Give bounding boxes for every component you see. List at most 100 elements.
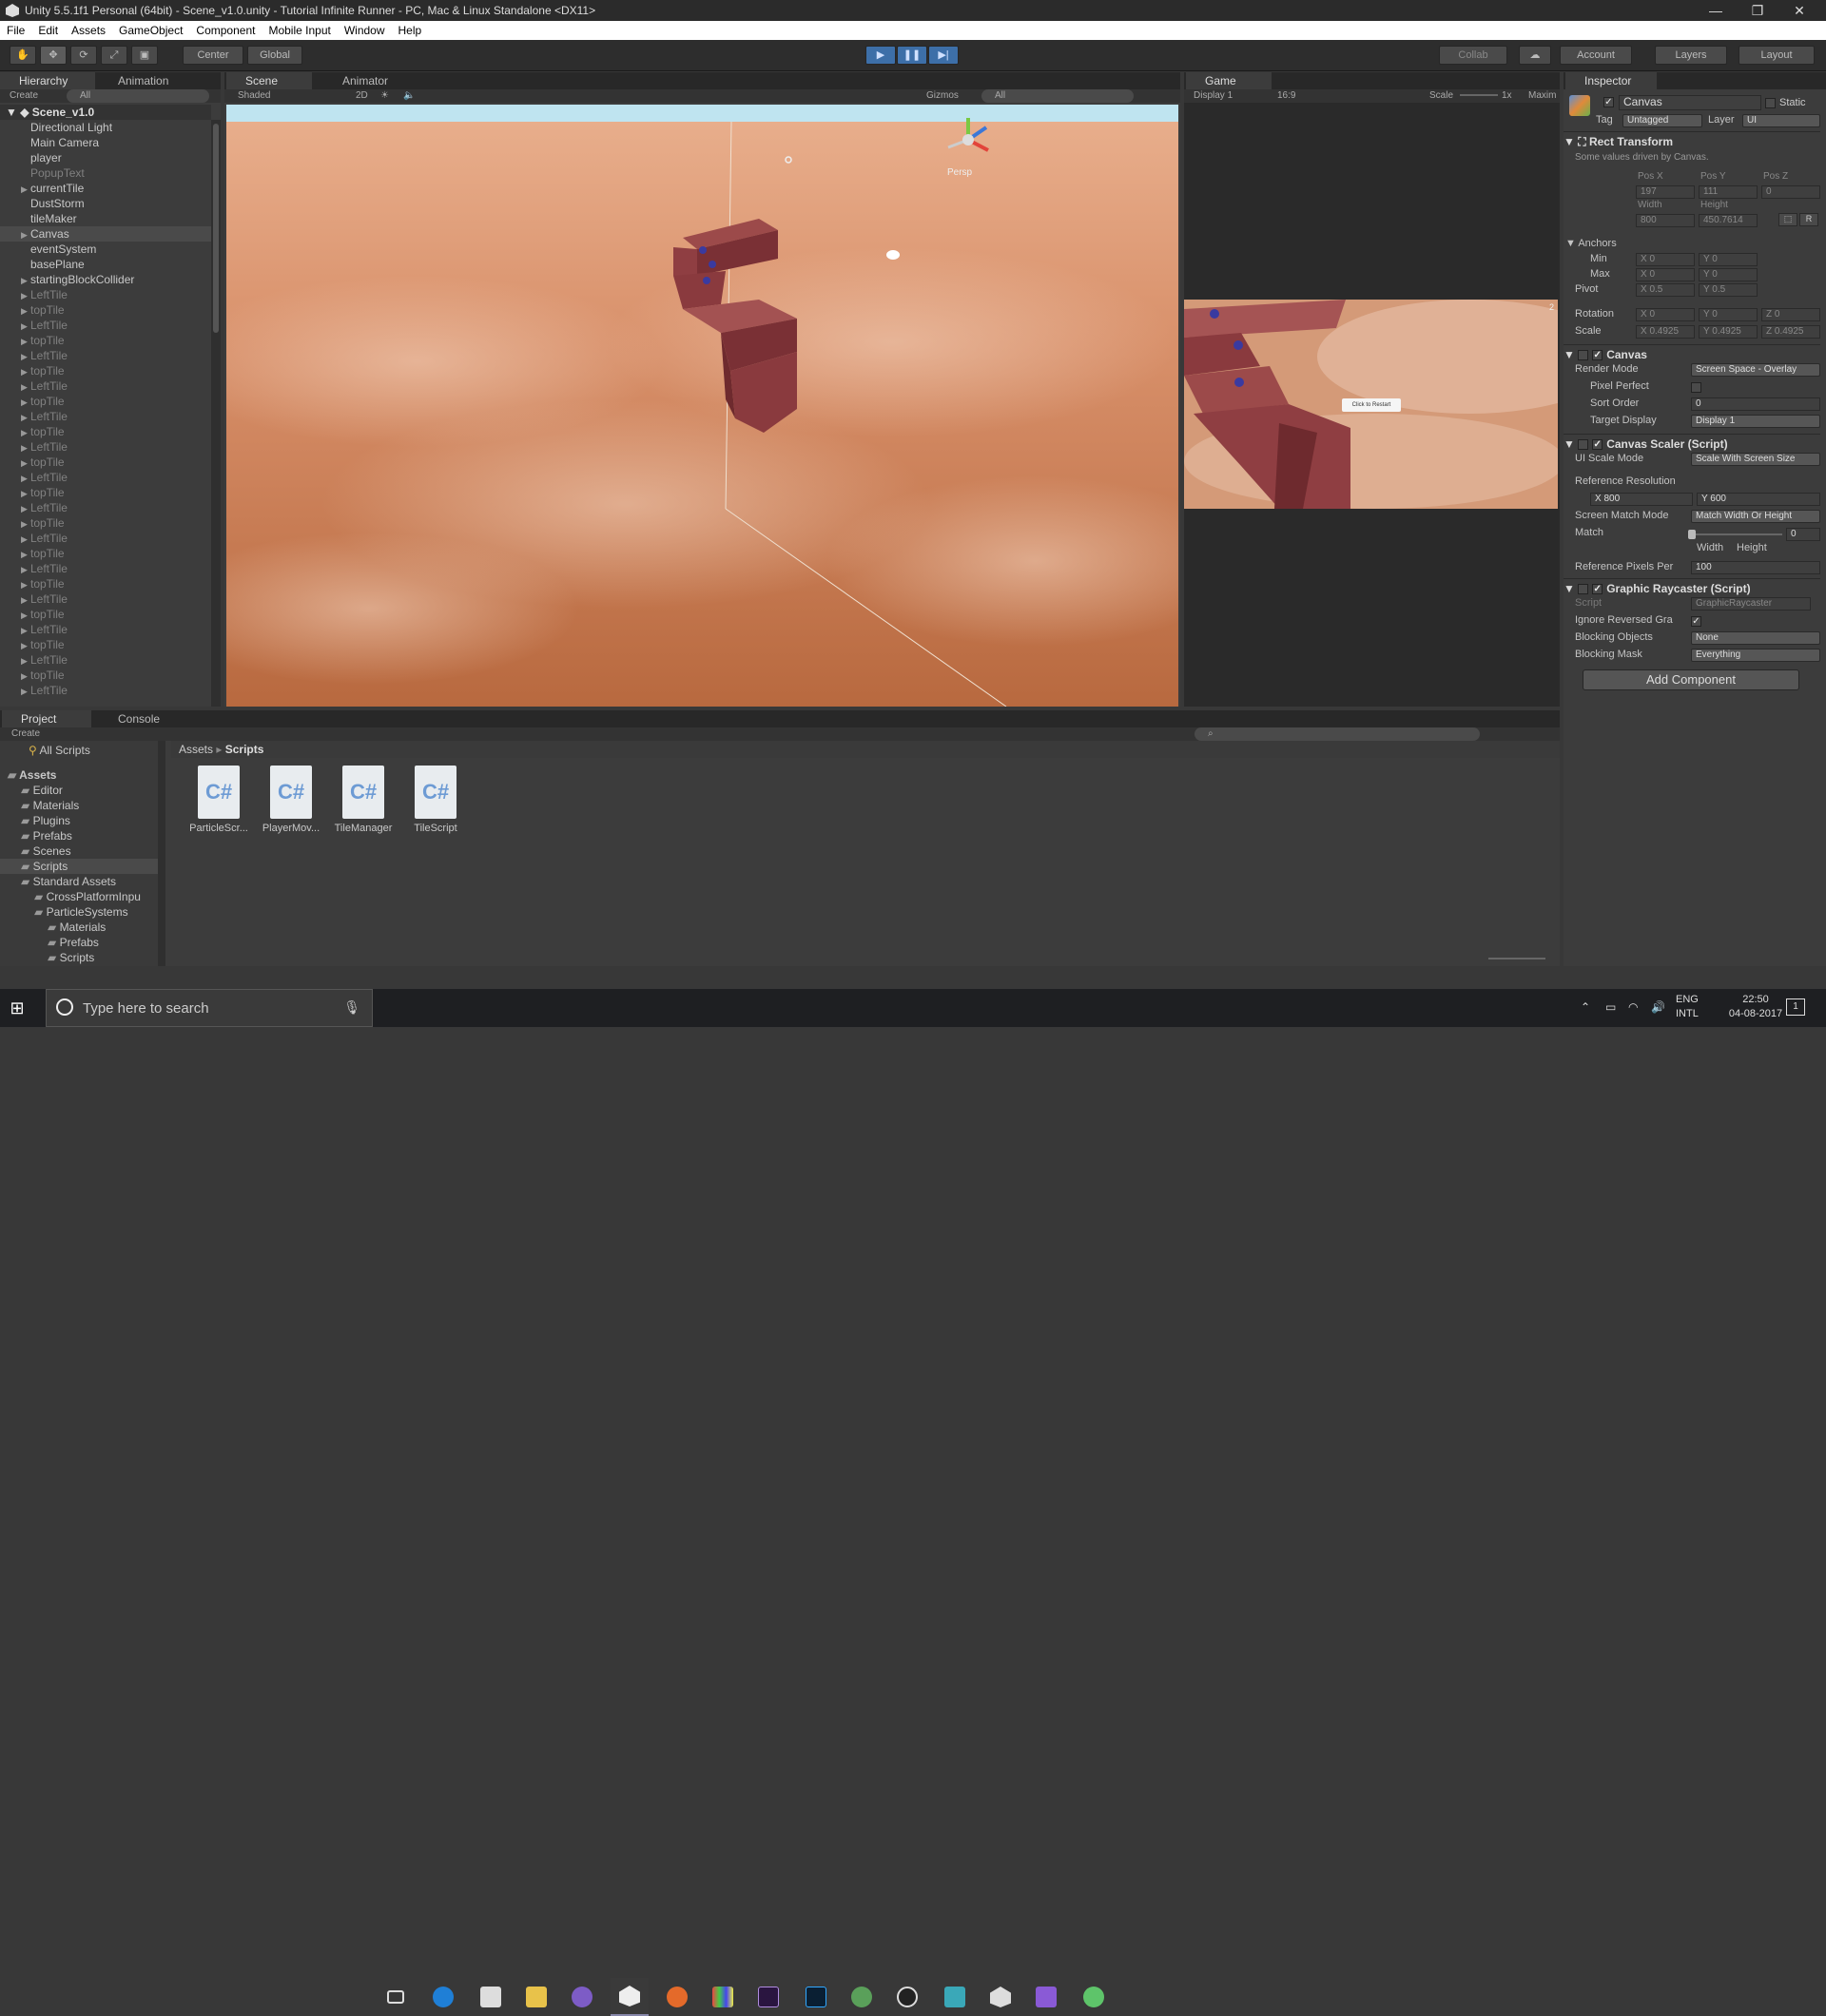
- hierarchy-item[interactable]: ▶ LeftTile: [0, 287, 211, 302]
- project-create-button[interactable]: Create: [11, 727, 40, 741]
- close-button[interactable]: ✕: [1778, 0, 1820, 21]
- breadcrumb-scripts[interactable]: Scripts: [225, 743, 264, 756]
- folder-tree-scrollbar[interactable]: [158, 741, 165, 966]
- sort-order-field[interactable]: 0: [1691, 397, 1820, 411]
- posy-field[interactable]: 111: [1699, 185, 1758, 199]
- unreal-icon[interactable]: [888, 1978, 926, 2016]
- posz-field[interactable]: 0: [1761, 185, 1820, 199]
- menu-edit[interactable]: Edit: [31, 24, 65, 37]
- hierarchy-item[interactable]: ▶ topTile: [0, 668, 211, 683]
- folder-item[interactable]: ▰ Scripts: [0, 859, 158, 874]
- action-center-icon[interactable]: 1: [1786, 998, 1805, 1016]
- pivot-global-button[interactable]: Global: [247, 46, 302, 65]
- menu-window[interactable]: Window: [338, 24, 392, 37]
- canvas-component-header[interactable]: ▼ ✓ Canvas: [1564, 344, 1820, 363]
- audio-toggle-icon[interactable]: 🔈: [403, 89, 415, 103]
- ignore-reversed-checkbox[interactable]: ✓: [1691, 616, 1701, 627]
- breadcrumb-assets[interactable]: Assets: [179, 743, 213, 756]
- hierarchy-item[interactable]: ▶ LeftTile: [0, 591, 211, 607]
- hierarchy-item[interactable]: ▶ currentTile: [0, 181, 211, 196]
- hierarchy-item[interactable]: player: [0, 150, 211, 165]
- expand-arrow-icon[interactable]: ▶: [21, 303, 30, 319]
- anchor-max-x[interactable]: X 0: [1636, 268, 1695, 281]
- scene-search-input[interactable]: All: [981, 89, 1134, 103]
- layer-dropdown[interactable]: UI: [1742, 114, 1820, 127]
- hierarchy-item[interactable]: ▶ LeftTile: [0, 318, 211, 333]
- folder-item[interactable]: ▰ Assets: [0, 767, 158, 783]
- canvas-scaler-enabled-checkbox[interactable]: ✓: [1592, 439, 1603, 451]
- anchor-min-y[interactable]: Y 0: [1699, 253, 1758, 266]
- play-button[interactable]: ▶: [865, 46, 896, 65]
- expand-arrow-icon[interactable]: ▶: [21, 334, 30, 349]
- display-dropdown[interactable]: Display 1: [1194, 89, 1233, 103]
- hierarchy-item[interactable]: Directional Light: [0, 120, 211, 135]
- app-colors-icon[interactable]: [704, 1978, 742, 2016]
- expand-arrow-icon[interactable]: ▶: [21, 410, 30, 425]
- scale-y[interactable]: Y 0.4925: [1699, 325, 1758, 339]
- folder-item[interactable]: ▰ CrossPlatformInpu: [0, 889, 158, 904]
- language-indicator[interactable]: ENG INTL: [1676, 993, 1699, 1021]
- layout-dropdown[interactable]: Layout: [1739, 46, 1815, 65]
- app-teal-icon[interactable]: [936, 1978, 974, 2016]
- hierarchy-item[interactable]: ▶ topTile: [0, 455, 211, 470]
- hierarchy-item[interactable]: ▶ topTile: [0, 546, 211, 561]
- anchors-foldout[interactable]: ▼ Anchors: [1565, 238, 1617, 253]
- width-field[interactable]: 800: [1636, 214, 1695, 227]
- hierarchy-item[interactable]: ▶ LeftTile: [0, 561, 211, 576]
- scale-tool-icon[interactable]: ⤢: [101, 46, 127, 65]
- expand-arrow-icon[interactable]: ▶: [21, 486, 30, 501]
- expand-arrow-icon[interactable]: ▶: [21, 532, 30, 547]
- persp-label[interactable]: Persp: [947, 167, 972, 178]
- shading-mode-dropdown[interactable]: Shaded: [238, 89, 270, 103]
- pixel-perfect-checkbox[interactable]: [1691, 382, 1701, 393]
- hierarchy-item[interactable]: ▶ startingBlockCollider: [0, 272, 211, 287]
- active-checkbox[interactable]: ✓: [1603, 97, 1614, 107]
- match-value-field[interactable]: 0: [1786, 528, 1820, 541]
- render-mode-dropdown[interactable]: Screen Space - Overlay: [1691, 363, 1820, 377]
- hierarchy-item[interactable]: PopupText: [0, 165, 211, 181]
- ref-res-x-field[interactable]: X 800: [1590, 493, 1693, 506]
- menu-file[interactable]: File: [0, 24, 31, 37]
- volume-icon[interactable]: 🔊: [1651, 1000, 1665, 1014]
- canvas-scaler-header[interactable]: ▼ ✓ Canvas Scaler (Script): [1564, 434, 1820, 453]
- graphic-raycaster-header[interactable]: ▼ ✓ Graphic Raycaster (Script): [1564, 578, 1820, 597]
- hierarchy-item[interactable]: ▶ topTile: [0, 424, 211, 439]
- menu-mobile-input[interactable]: Mobile Input: [262, 24, 337, 37]
- hierarchy-item[interactable]: ▶ topTile: [0, 607, 211, 622]
- hierarchy-item[interactable]: ▶ LeftTile: [0, 409, 211, 424]
- pivot-x[interactable]: X 0.5: [1636, 283, 1695, 297]
- expand-arrow-icon[interactable]: ▶: [21, 364, 30, 379]
- script-field[interactable]: GraphicRaycaster: [1691, 597, 1811, 611]
- hierarchy-item[interactable]: ▶ LeftTile: [0, 500, 211, 515]
- expand-arrow-icon[interactable]: ▶: [21, 592, 30, 608]
- anchor-max-y[interactable]: Y 0: [1699, 268, 1758, 281]
- firefox-icon[interactable]: [658, 1978, 696, 2016]
- folder-item[interactable]: ▰ Materials: [0, 920, 158, 935]
- graphic-raycaster-enabled-checkbox[interactable]: ✓: [1592, 584, 1603, 595]
- asset-item[interactable]: C# TileScript: [399, 762, 472, 838]
- app-green2-icon[interactable]: [1075, 1978, 1113, 2016]
- minimize-button[interactable]: —: [1695, 0, 1737, 21]
- expand-arrow-icon[interactable]: ▶: [21, 471, 30, 486]
- menu-component[interactable]: Component: [189, 24, 262, 37]
- match-slider[interactable]: [1688, 530, 1782, 539]
- expand-arrow-icon[interactable]: ▶: [21, 440, 30, 456]
- cloud-icon[interactable]: ☁: [1519, 46, 1551, 65]
- hierarchy-item[interactable]: ▶ topTile: [0, 394, 211, 409]
- rotate-tool-icon[interactable]: ⟳: [70, 46, 97, 65]
- game-view[interactable]: Click to Restart 2: [1184, 300, 1558, 509]
- hierarchy-item[interactable]: eventSystem: [0, 242, 211, 257]
- expand-arrow-icon[interactable]: ▶: [21, 319, 30, 334]
- tab-inspector[interactable]: Inspector: [1565, 72, 1657, 89]
- expand-arrow-icon[interactable]: ▶: [21, 456, 30, 471]
- menu-gameobject[interactable]: GameObject: [112, 24, 189, 37]
- store-icon[interactable]: [472, 1978, 510, 2016]
- rotation-x[interactable]: X 0: [1636, 308, 1695, 321]
- hierarchy-item[interactable]: ▶ LeftTile: [0, 378, 211, 394]
- hierarchy-item[interactable]: DustStorm: [0, 196, 211, 211]
- expand-arrow-icon[interactable]: ▶: [21, 623, 30, 638]
- hierarchy-item[interactable]: ▶ LeftTile: [0, 652, 211, 668]
- expand-arrow-icon[interactable]: ▶: [21, 227, 30, 242]
- taskbar-search-box[interactable]: Type here to search 🎙: [46, 989, 373, 1027]
- layers-dropdown[interactable]: Layers: [1655, 46, 1727, 65]
